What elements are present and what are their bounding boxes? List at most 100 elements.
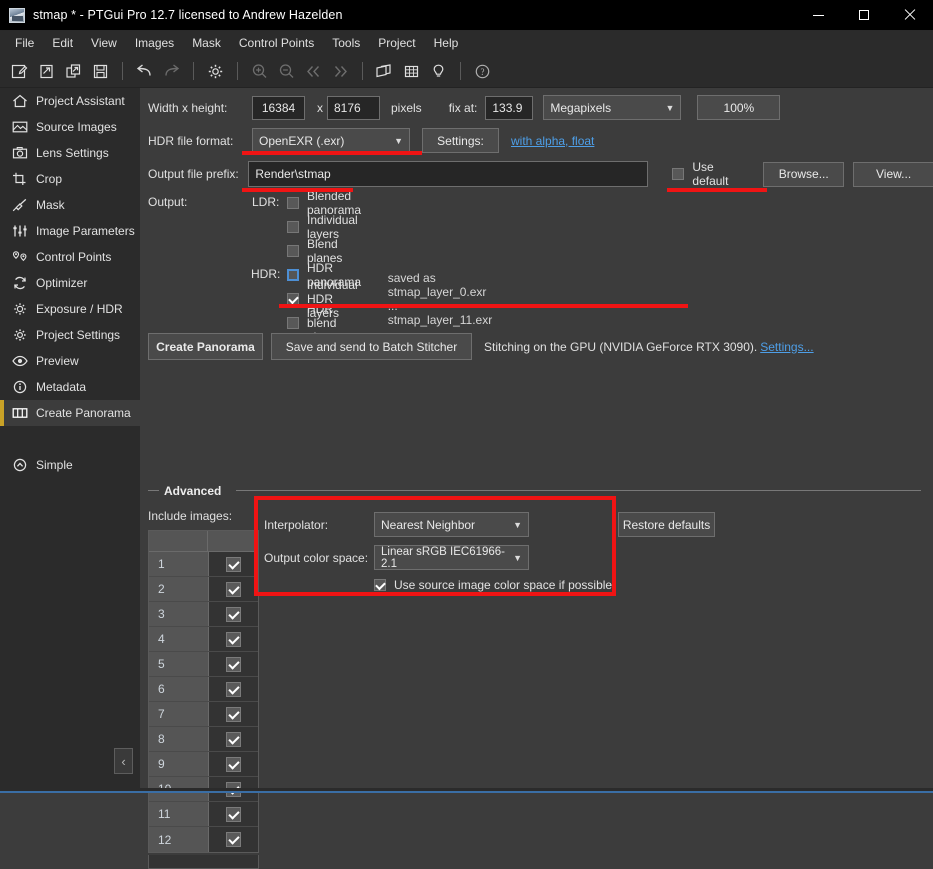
fix-unit-select[interactable]: Megapixels ▼ — [543, 95, 682, 120]
table-row[interactable]: 9 — [149, 752, 258, 777]
preferences-button[interactable] — [202, 58, 228, 84]
layers-button[interactable] — [371, 58, 397, 84]
menu-file[interactable]: File — [6, 33, 43, 53]
previous-image-button[interactable] — [300, 58, 326, 84]
row-include-checkbox[interactable] — [225, 606, 241, 622]
scale-100-button[interactable]: 100% — [697, 95, 781, 120]
sidebar-collapse-button[interactable]: ‹ — [114, 748, 133, 774]
row-include-checkbox[interactable] — [225, 581, 241, 597]
sidebar-item-create-panorama[interactable]: Create Panorama — [0, 400, 140, 426]
sidebar-item-mask[interactable]: Mask — [0, 192, 140, 218]
sidebar-item-crop[interactable]: Crop — [0, 166, 140, 192]
create-panorama-button[interactable]: Create Panorama — [148, 333, 263, 360]
menu-control-points[interactable]: Control Points — [230, 33, 323, 53]
hdr-format-select[interactable]: OpenEXR (.exr) ▼ — [252, 128, 410, 153]
table-row[interactable]: 2 — [149, 577, 258, 602]
row-include-checkbox[interactable] — [225, 681, 241, 697]
row-include-cell[interactable] — [208, 752, 258, 776]
sidebar-item-lens-settings[interactable]: Lens Settings — [0, 140, 140, 166]
row-include-cell[interactable] — [208, 827, 258, 852]
menu-images[interactable]: Images — [126, 33, 183, 53]
sidebar-item-control-points[interactable]: Control Points — [0, 244, 140, 270]
row-include-cell[interactable] — [208, 652, 258, 676]
copy-project-button[interactable] — [60, 58, 86, 84]
row-include-cell[interactable] — [208, 677, 258, 701]
row-include-cell[interactable] — [208, 602, 258, 626]
ldr-blend-planes-checkbox[interactable] — [287, 245, 299, 257]
row-include-cell[interactable] — [208, 702, 258, 726]
sidebar-item-project-assistant[interactable]: Project Assistant — [0, 88, 140, 114]
sidebar-item-metadata[interactable]: Metadata — [0, 374, 140, 400]
table-row[interactable]: 7 — [149, 702, 258, 727]
row-include-cell[interactable] — [208, 552, 258, 576]
minimize-button[interactable] — [795, 0, 841, 31]
ldr-individual-layers-row[interactable]: Individual layers — [287, 213, 358, 241]
menu-project[interactable]: Project — [369, 33, 424, 53]
table-row[interactable]: 11 — [149, 802, 258, 827]
height-input[interactable]: 8176 — [327, 95, 380, 120]
row-include-checkbox[interactable] — [225, 832, 241, 847]
new-project-button[interactable] — [6, 58, 32, 84]
row-include-cell[interactable] — [208, 727, 258, 751]
zoom-out-button[interactable] — [273, 58, 299, 84]
row-include-cell[interactable] — [208, 802, 258, 826]
menu-edit[interactable]: Edit — [43, 33, 82, 53]
ldr-blend-planes-row[interactable]: Blend planes — [287, 237, 342, 265]
close-button[interactable] — [887, 0, 933, 31]
browse-button[interactable]: Browse... — [763, 161, 845, 187]
menu-view[interactable]: View — [82, 33, 126, 53]
row-include-checkbox[interactable] — [225, 756, 241, 772]
width-input[interactable]: 16384 — [252, 95, 305, 120]
row-include-cell[interactable] — [208, 577, 258, 601]
row-include-checkbox[interactable] — [225, 656, 241, 672]
table-row[interactable]: 5 — [149, 652, 258, 677]
row-include-checkbox[interactable] — [225, 556, 241, 572]
hdr-panorama-checkbox[interactable] — [287, 269, 299, 281]
row-include-cell[interactable] — [208, 627, 258, 651]
sidebar-item-preview[interactable]: Preview — [0, 348, 140, 374]
menu-mask[interactable]: Mask — [183, 33, 230, 53]
sidebar-item-simple[interactable]: Simple — [0, 452, 140, 478]
view-button[interactable]: View... — [853, 161, 933, 187]
table-row[interactable]: 1 — [149, 552, 258, 577]
row-include-checkbox[interactable] — [225, 631, 241, 647]
row-include-checkbox[interactable] — [225, 731, 241, 747]
table-row[interactable]: 6 — [149, 677, 258, 702]
menu-tools[interactable]: Tools — [323, 33, 369, 53]
undo-button[interactable] — [131, 58, 157, 84]
table-row[interactable]: 12 — [149, 827, 258, 852]
sidebar-item-optimizer[interactable]: Optimizer — [0, 270, 140, 296]
ldr-blended-panorama-row[interactable]: Blended panorama — [287, 189, 361, 217]
menu-help[interactable]: Help — [425, 33, 468, 53]
sidebar-item-image-parameters[interactable]: Image Parameters — [0, 218, 140, 244]
hint-button[interactable] — [425, 58, 451, 84]
row-include-checkbox[interactable] — [225, 706, 241, 722]
restore-defaults-button[interactable]: Restore defaults — [618, 512, 715, 537]
use-default-checkbox[interactable] — [672, 168, 685, 180]
table-row[interactable]: 4 — [149, 627, 258, 652]
use-default-checkbox-row[interactable]: Use default — [672, 160, 750, 188]
sidebar-item-exposure-hdr[interactable]: Exposure / HDR — [0, 296, 140, 322]
next-image-button[interactable] — [327, 58, 353, 84]
format-settings-link[interactable]: with alpha, float — [511, 134, 594, 148]
fix-at-input[interactable]: 133.9 — [485, 95, 534, 120]
open-project-button[interactable] — [33, 58, 59, 84]
table-row[interactable]: 3 — [149, 602, 258, 627]
format-settings-button[interactable]: Settings: — [422, 128, 499, 153]
save-project-button[interactable] — [87, 58, 113, 84]
sidebar-item-project-settings[interactable]: Project Settings — [0, 322, 140, 348]
sidebar-item-source-images[interactable]: Source Images — [0, 114, 140, 140]
output-prefix-input[interactable]: Render\stmap — [248, 161, 649, 187]
hdr-blend-planes-checkbox[interactable] — [287, 317, 299, 329]
batch-stitcher-button[interactable]: Save and send to Batch Stitcher — [271, 333, 472, 360]
grid-button[interactable] — [398, 58, 424, 84]
help-button[interactable]: ? — [469, 58, 495, 84]
table-row[interactable]: 8 — [149, 727, 258, 752]
include-images-table[interactable]: 1 2 3 4 5 6 7 8 9 11 12 — [148, 530, 259, 853]
ldr-individual-layers-checkbox[interactable] — [287, 221, 299, 233]
gpu-settings-link[interactable]: Settings... — [760, 340, 813, 354]
maximize-button[interactable] — [841, 0, 887, 31]
zoom-in-button[interactable] — [246, 58, 272, 84]
hdr-blend-planes-row[interactable]: HDR blend planes — [287, 302, 342, 344]
redo-button[interactable] — [158, 58, 184, 84]
